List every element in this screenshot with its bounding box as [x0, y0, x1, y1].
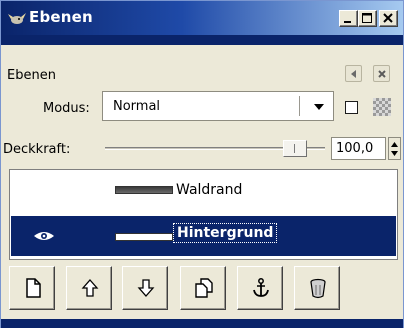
minimize-button[interactable]: [339, 10, 358, 27]
eye-icon[interactable]: [33, 230, 55, 242]
delete-layer-button[interactable]: [294, 266, 340, 310]
panel-menu-button[interactable]: [345, 65, 362, 82]
minimize-icon: [344, 21, 351, 23]
spin-arrows-icon: [391, 142, 398, 156]
layer-name: Waldrand: [176, 182, 243, 198]
raise-layer-button[interactable]: [66, 266, 112, 310]
layer-thumbnail: [115, 233, 173, 241]
alpha-checkerboard-icon: [373, 98, 391, 116]
anchor-layer-button[interactable]: [237, 266, 283, 310]
chevron-down-icon[interactable]: [308, 96, 330, 116]
mode-value: Normal: [113, 99, 161, 114]
mode-separator: [299, 96, 300, 116]
layer-row[interactable]: Waldrand: [11, 171, 396, 211]
opacity-label: Deckkraft:: [3, 142, 71, 157]
opacity-slider-thumb[interactable]: [283, 140, 307, 157]
gimp-wilber-icon: [8, 13, 26, 24]
anchor-layer-icon: [253, 278, 269, 297]
maximize-icon: [362, 13, 372, 23]
opacity-value: 100,0: [336, 141, 374, 156]
raise-layer-icon: [81, 279, 99, 297]
layer-thumbnail: [115, 186, 173, 194]
layer-name: Hintergrund: [172, 223, 278, 243]
duplicate-layer-button[interactable]: [180, 266, 226, 310]
layer-toolbar: [9, 266, 399, 310]
layer-row[interactable]: Hintergrund: [11, 216, 396, 256]
title-bar[interactable]: Ebenen: [1, 1, 403, 35]
panel-label: Ebenen: [7, 68, 56, 83]
menu-arrow-icon: [351, 70, 356, 78]
close-button[interactable]: [379, 10, 398, 27]
window-title: Ebenen: [29, 8, 93, 26]
layers-dialog-window: Ebenen Ebenen Modus: Normal Deckkraft: 1…: [0, 0, 404, 328]
close-icon: [383, 13, 393, 23]
lock-alpha-checkbox[interactable]: [345, 101, 358, 114]
new-layer-button[interactable]: [9, 266, 55, 310]
panel-close-button[interactable]: [373, 65, 390, 82]
lower-layer-icon: [137, 279, 155, 297]
window-bottom-strip: [1, 319, 403, 328]
layers-list: Waldrand Hintergrund: [9, 169, 398, 260]
title-bar-bottom-strip: [1, 35, 403, 45]
lower-layer-button[interactable]: [122, 266, 168, 310]
delete-layer-icon: [310, 278, 326, 299]
close-icon: [378, 70, 386, 78]
mode-select[interactable]: Normal: [102, 91, 334, 121]
duplicate-layer-icon: [195, 278, 213, 298]
maximize-button[interactable]: [358, 10, 377, 27]
mode-label: Modus:: [43, 101, 90, 116]
new-layer-icon: [26, 278, 41, 298]
opacity-spinbox[interactable]: 100,0: [331, 137, 386, 160]
opacity-spin-arrows[interactable]: [388, 137, 401, 160]
